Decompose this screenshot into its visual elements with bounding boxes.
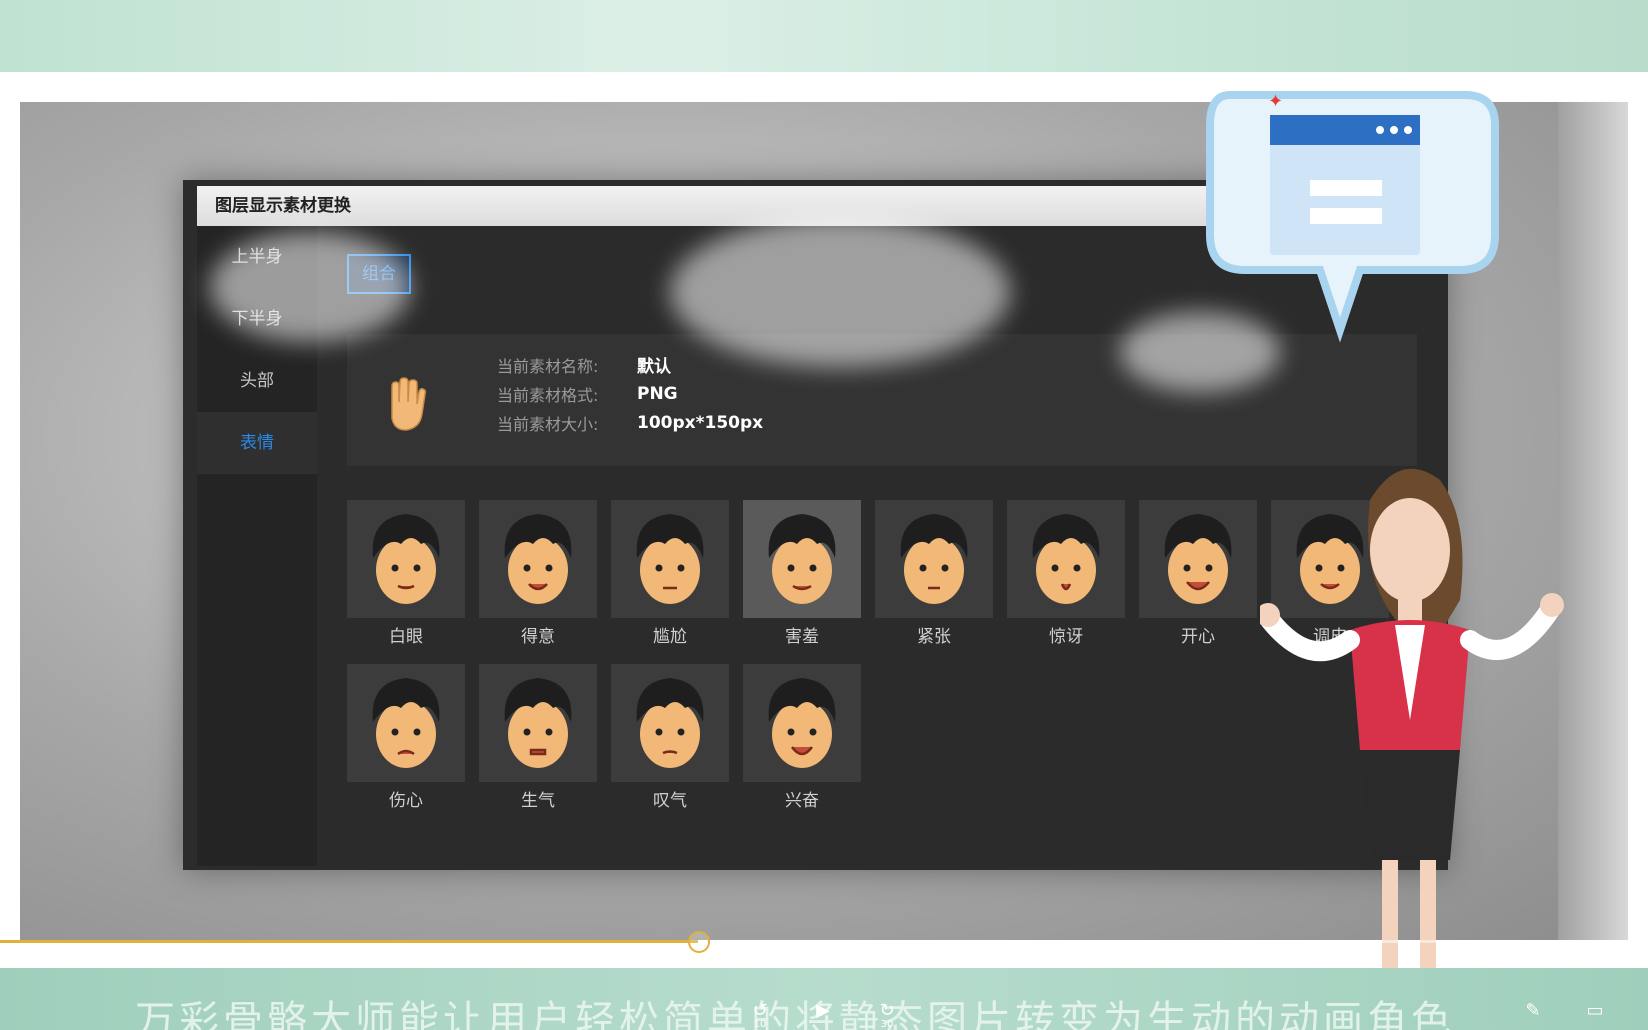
expression-thumbnail bbox=[347, 500, 465, 618]
face-icon bbox=[372, 514, 440, 604]
video-subtitle: 万彩骨骼大师能让用户轻松简单的将静态图片转变为生动的动画角色 bbox=[135, 998, 1455, 1030]
hand-icon bbox=[391, 377, 426, 431]
play-icon[interactable]: ▶ bbox=[808, 996, 838, 1026]
expression-card[interactable]: 叹气 bbox=[611, 664, 729, 814]
expression-thumbnail bbox=[743, 664, 861, 782]
expression-card[interactable]: 开心 bbox=[1139, 500, 1257, 650]
size-label: 当前素材大小: bbox=[497, 414, 599, 434]
top-decor-band bbox=[0, 0, 1648, 72]
info-row-size: 当前素材大小: 100px*150px bbox=[497, 408, 763, 437]
face-icon bbox=[768, 678, 836, 768]
name-value: 默认 bbox=[637, 357, 671, 377]
expression-card[interactable]: 白眼 bbox=[347, 500, 465, 650]
face-icon bbox=[372, 678, 440, 768]
expression-label: 白眼 bbox=[389, 627, 423, 647]
rewind-button[interactable]: ↺ 10 bbox=[745, 996, 775, 1030]
expression-label: 得意 bbox=[521, 627, 555, 647]
expression-card[interactable]: 紧张 bbox=[875, 500, 993, 650]
presenter-character bbox=[1260, 468, 1564, 1000]
svg-text:✦: ✦ bbox=[1268, 91, 1283, 112]
expression-thumbnail bbox=[1139, 500, 1257, 618]
cloud-decor bbox=[210, 232, 410, 342]
expression-label: 生气 bbox=[521, 791, 555, 811]
face-icon bbox=[1164, 514, 1232, 604]
expression-thumbnail bbox=[479, 500, 597, 618]
expression-label: 紧张 bbox=[917, 627, 951, 647]
face-icon bbox=[504, 678, 572, 768]
face-icon bbox=[768, 514, 836, 604]
expression-card[interactable]: 得意 bbox=[479, 500, 597, 650]
expression-label: 叹气 bbox=[653, 791, 687, 811]
expression-label: 开心 bbox=[1181, 627, 1215, 647]
face-icon bbox=[636, 514, 704, 604]
face-icon bbox=[636, 678, 704, 768]
name-label: 当前素材名称: bbox=[497, 356, 599, 376]
expression-thumbnail bbox=[875, 500, 993, 618]
picture-in-picture-icon[interactable]: ▭ bbox=[1580, 996, 1610, 1026]
expression-thumbnail bbox=[347, 664, 465, 782]
expression-card[interactable]: 惊讶 bbox=[1007, 500, 1125, 650]
sidebar-item-expression[interactable]: 表情 bbox=[197, 412, 317, 474]
progress-handle[interactable] bbox=[688, 931, 710, 953]
format-value: PNG bbox=[637, 383, 678, 404]
expression-thumbnail bbox=[611, 500, 729, 618]
sidebar-item-head[interactable]: 头部 bbox=[197, 350, 317, 412]
format-label: 当前素材格式: bbox=[497, 385, 599, 405]
size-value: 100px*150px bbox=[637, 412, 764, 433]
expression-card[interactable]: 尴尬 bbox=[611, 500, 729, 650]
cloud-decor bbox=[670, 217, 1010, 367]
forward-button[interactable]: ↻ 30 bbox=[872, 996, 902, 1030]
expression-card[interactable]: 生气 bbox=[479, 664, 597, 814]
face-icon bbox=[900, 514, 968, 604]
forward-seconds: 30 bbox=[880, 1019, 894, 1030]
expression-thumbnail bbox=[1007, 500, 1125, 618]
expression-card[interactable]: 兴奋 bbox=[743, 664, 861, 814]
expression-label: 害羞 bbox=[785, 627, 819, 647]
info-row-name: 当前素材名称: 默认 bbox=[497, 350, 763, 379]
expression-card[interactable]: 伤心 bbox=[347, 664, 465, 814]
speech-bubble-illustration: ✦ bbox=[1206, 91, 1499, 343]
pencil-icon[interactable]: ✎ bbox=[1518, 996, 1548, 1026]
info-row-format: 当前素材格式: PNG bbox=[497, 379, 763, 408]
expression-thumbnail bbox=[743, 500, 861, 618]
expression-label: 惊讶 bbox=[1049, 627, 1083, 647]
face-icon bbox=[1032, 514, 1100, 604]
rewind-seconds: 10 bbox=[753, 1019, 767, 1030]
expression-label: 尴尬 bbox=[653, 627, 687, 647]
progress-fill bbox=[0, 940, 698, 943]
expression-label: 兴奋 bbox=[785, 791, 819, 811]
face-icon bbox=[504, 514, 572, 604]
expression-label: 伤心 bbox=[389, 791, 423, 811]
expression-thumbnail bbox=[611, 664, 729, 782]
info-rows: 当前素材名称: 默认 当前素材格式: PNG 当前素材大小: 100px*150… bbox=[497, 350, 763, 437]
expression-card-selected[interactable]: 害羞 bbox=[743, 500, 861, 650]
expression-thumbnail bbox=[479, 664, 597, 782]
